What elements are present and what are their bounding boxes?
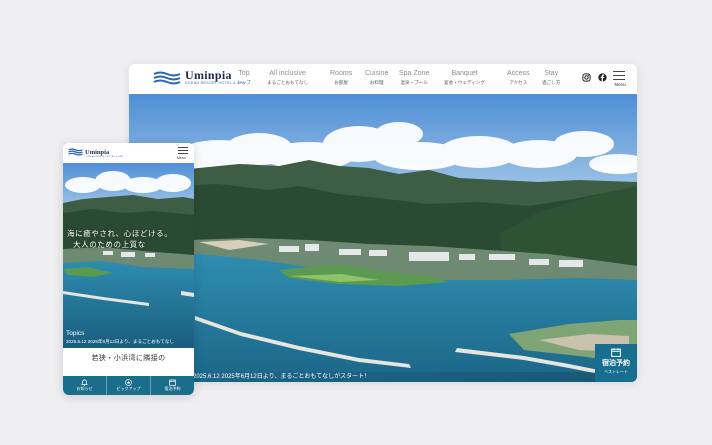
tab-news[interactable]: お知らせ: [63, 376, 106, 395]
mobile-brand-name: Uminpia: [85, 148, 110, 156]
tab-reserve[interactable]: 宿泊予約: [150, 376, 194, 395]
mobile-menu-button[interactable]: Menu: [177, 146, 189, 161]
menu-bar: [178, 150, 188, 151]
nav-label: Top: [238, 70, 250, 77]
main-navigation: Top トップ All inclusive まるごとおもてなし Rooms お部…: [129, 69, 637, 91]
calendar-icon: [169, 379, 176, 386]
menu-label: Menu: [614, 82, 626, 87]
instagram-icon[interactable]: [582, 73, 591, 82]
hero-image: [129, 94, 637, 382]
nav-sublabel: 温泉・プール: [400, 80, 428, 85]
site-header: Uminpia OCEAN RESORT HOTEL & SPA Top トップ…: [129, 64, 637, 94]
nav-item-access[interactable]: Access アクセス: [507, 69, 530, 87]
hamburger-menu-icon: [178, 147, 188, 148]
mobile-header: Uminpia OCEAN RESORT HOTEL & SPA Menu: [63, 143, 194, 163]
reserve-title: 宿泊予約: [602, 360, 630, 367]
catch-line-2: 大人のための上質な: [73, 240, 146, 249]
wave-logo-icon: [68, 148, 83, 156]
nav-label: Access: [507, 70, 530, 77]
nav-item-stay[interactable]: Stay 過ごし方: [542, 69, 560, 87]
nav-sublabel: お料理: [369, 80, 384, 85]
tab-label: ピックアップ: [116, 386, 141, 391]
menu-bar: [613, 79, 625, 80]
nav-item-spa-zone[interactable]: Spa Zone 温泉・プール: [399, 69, 429, 87]
mobile-intro-text: 若狭・小浜湾に隣接の: [91, 354, 166, 362]
mobile-hero-image: [63, 163, 194, 348]
nav-item-rooms[interactable]: Rooms お部屋: [330, 69, 352, 87]
nav-item-top[interactable]: Top トップ: [237, 69, 251, 87]
nav-sublabel: トップ: [237, 80, 251, 85]
reserve-subtitle: ベストレート: [603, 369, 629, 374]
tab-label: お知らせ: [76, 386, 93, 391]
nav-label: Banquet: [451, 70, 478, 77]
tab-pickup[interactable]: ピックアップ: [106, 376, 150, 395]
mobile-brand-subtitle: OCEAN RESORT HOTEL & SPA: [86, 156, 123, 158]
news-ticker[interactable]: 2025.6.12 2025年6月12日より、まるごとおもてなしがスタート！: [129, 372, 637, 382]
catch-line-1: 海に癒やされ、心ほどける。: [67, 229, 173, 238]
nav-sublabel: 過ごし方: [542, 80, 561, 85]
mobile-tab-bar: お知らせ ピックアップ 宿泊予約: [63, 376, 194, 395]
nav-sublabel: 宴会・ウェディング: [444, 80, 486, 85]
star-icon: [125, 379, 132, 386]
mobile-preview: Uminpia OCEAN RESORT HOTEL & SPA Menu 海に…: [63, 143, 194, 395]
nav-sublabel: お部屋: [334, 80, 348, 85]
nav-label: Rooms: [330, 70, 353, 77]
menu-bar: [178, 153, 188, 154]
topics-title: Topics: [66, 330, 85, 337]
nav-label: Spa Zone: [399, 70, 430, 77]
nav-item-all-inclusive[interactable]: All inclusive まるごとおもてなし: [267, 69, 308, 87]
facebook-icon[interactable]: [598, 73, 607, 82]
nav-label: Stay: [544, 70, 559, 77]
tab-label: 宿泊予約: [164, 386, 181, 391]
nav-item-banquet[interactable]: Banquet 宴会・ウェディング: [444, 69, 485, 87]
mobile-logo[interactable]: Uminpia: [68, 148, 109, 156]
nav-label: Cuisine: [365, 70, 389, 77]
mobile-catchphrase: 海に癒やされ、心ほどける。 大人のための上質な: [67, 228, 172, 250]
bell-icon: [81, 379, 88, 386]
menu-button[interactable]: Menu: [611, 68, 629, 90]
reserve-button[interactable]: 宿泊予約 ベストレート: [595, 344, 637, 382]
menu-bar: [613, 75, 625, 76]
hamburger-menu-icon: [613, 71, 625, 72]
desktop-preview: Uminpia OCEAN RESORT HOTEL & SPA Top トップ…: [129, 64, 637, 382]
calendar-icon: [611, 348, 621, 357]
topics-text: 2025.6.12 2025年6月12日より、まるごとおもてなし: [66, 339, 175, 344]
nav-label: All inclusive: [269, 70, 306, 77]
nav-item-cuisine[interactable]: Cuisine お料理: [365, 69, 388, 87]
nav-sublabel: まるごとおもてなし: [267, 80, 309, 85]
mobile-topics[interactable]: Topics 2025.6.12 2025年6月12日より、まるごとおもてなし: [66, 330, 174, 345]
mobile-menu-label: Menu: [177, 156, 186, 160]
nav-sublabel: アクセス: [509, 80, 528, 85]
